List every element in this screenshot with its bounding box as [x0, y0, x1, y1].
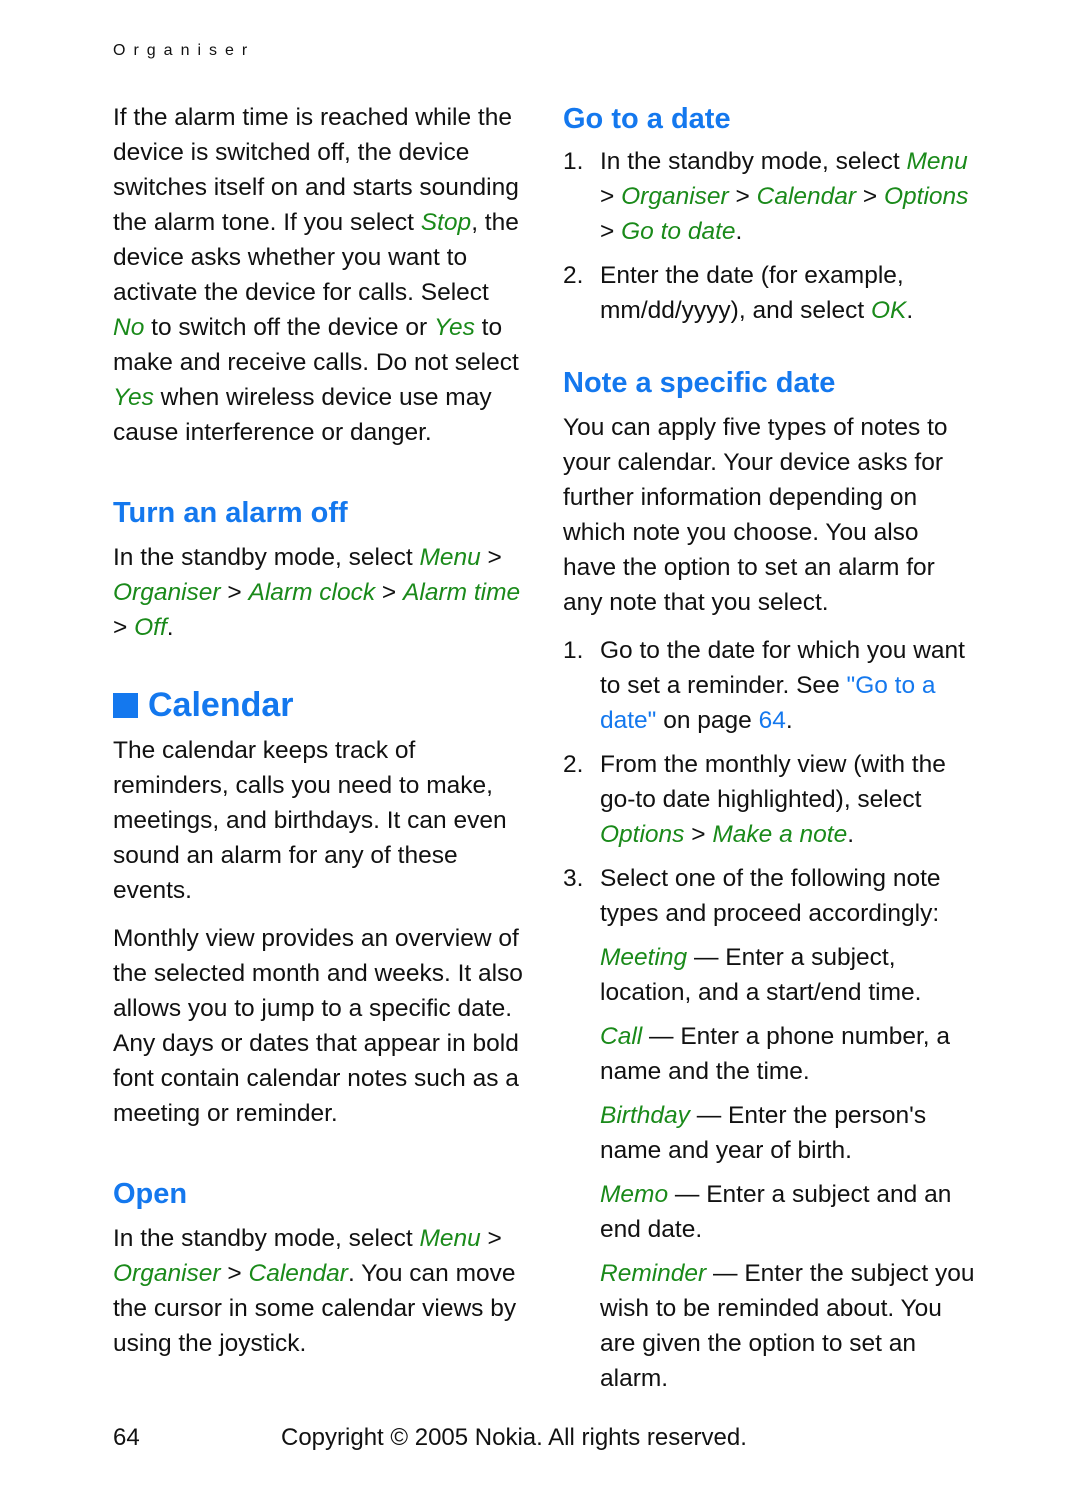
separator: >: [480, 544, 502, 571]
separator: >: [856, 183, 884, 210]
page-link[interactable]: 64: [759, 707, 786, 734]
note-intro-paragraph: You can apply five types of notes to you…: [563, 414, 948, 616]
note-type-item: Call — Enter a phone number, a name and …: [563, 1019, 978, 1089]
note-specific-date-heading: Note a specific date: [563, 367, 836, 399]
yes-option: Yes: [433, 314, 475, 341]
note-type-name: Birthday: [600, 1102, 690, 1129]
menu-path: Off: [134, 614, 167, 641]
note-type-item: Meeting — Enter a subject, location, and…: [563, 940, 978, 1010]
text: .: [785, 707, 793, 734]
separator: >: [220, 1260, 249, 1287]
step-text: In the standby mode, select Menu > Organ…: [600, 144, 978, 249]
text: .: [735, 218, 743, 245]
section-square-icon: [113, 692, 138, 718]
menu-path: Calendar: [756, 183, 857, 210]
separator: >: [728, 183, 757, 210]
text: .: [906, 297, 914, 324]
menu-path: Alarm clock: [248, 579, 376, 606]
text: when wireless device use may cause inter…: [113, 384, 492, 446]
text: In the standby mode, select: [113, 544, 420, 571]
text: From the monthly view (with the go-to da…: [600, 751, 946, 813]
note-type-name: Meeting: [600, 944, 688, 971]
separator: >: [113, 614, 135, 641]
separator: >: [375, 579, 404, 606]
step-item: 1. In the standby mode, select Menu > Or…: [563, 144, 978, 249]
separator: >: [600, 183, 622, 210]
alarm-intro-paragraph: If the alarm time is reached while the d…: [113, 100, 523, 450]
page-number: 64: [113, 1424, 140, 1451]
turn-alarm-off-paragraph: In the standby mode, select Menu > Organ…: [113, 540, 523, 645]
step-number: 2.: [563, 751, 584, 778]
calendar-paragraph-1: The calendar keeps track of reminders, c…: [113, 737, 507, 904]
step-item: 1. Go to the date for which you want to …: [563, 633, 978, 738]
text: .: [847, 821, 855, 848]
step-number: 1.: [563, 637, 584, 664]
calendar-paragraph-2: Monthly view provides an overview of the…: [113, 925, 523, 1127]
note-type-name: Reminder: [600, 1260, 707, 1287]
open-heading: Open: [113, 1178, 188, 1210]
step-number: 2.: [563, 262, 584, 289]
right-column: Go to a date 1. In the standby mode, sel…: [563, 100, 978, 1405]
step-text: From the monthly view (with the go-to da…: [600, 747, 978, 852]
menu-path: Organiser: [113, 579, 221, 606]
menu-path: Organiser: [621, 183, 729, 210]
separator: >: [480, 1225, 502, 1252]
turn-alarm-off-heading: Turn an alarm off: [113, 497, 348, 529]
menu-path: Options: [883, 183, 969, 210]
step-item: 2. Enter the date (for example, mm/dd/yy…: [563, 258, 978, 328]
text: In the standby mode, select: [600, 148, 907, 175]
note-type-item: Memo — Enter a subject and an end date.: [563, 1177, 978, 1247]
calendar-heading-text: Calendar: [148, 686, 294, 724]
calendar-heading: Calendar: [113, 683, 523, 727]
text: to switch off the device or: [144, 314, 434, 341]
ok-option: OK: [870, 297, 907, 324]
menu-path: Menu: [906, 148, 968, 175]
go-to-date-heading: Go to a date: [563, 103, 731, 135]
text: Enter the date (for example, mm/dd/yyyy)…: [600, 262, 904, 324]
menu-path: Go to date: [621, 218, 736, 245]
text: .: [166, 614, 174, 641]
step-item: 3. Select one of the following note type…: [563, 861, 978, 931]
note-steps: 1. Go to the date for which you want to …: [563, 633, 978, 931]
menu-path: Calendar: [248, 1260, 348, 1287]
separator: >: [220, 579, 249, 606]
note-type-item: Birthday — Enter the person's name and y…: [563, 1098, 978, 1168]
menu-path: Menu: [419, 1225, 481, 1252]
step-number: 1.: [563, 148, 584, 175]
step-item: 2. From the monthly view (with the go-to…: [563, 747, 978, 852]
no-option: No: [113, 314, 145, 341]
go-to-date-steps: 1. In the standby mode, select Menu > Or…: [563, 144, 978, 328]
copyright-notice: Copyright © 2005 Nokia. All rights reser…: [281, 1424, 747, 1451]
menu-path: Alarm time: [403, 579, 521, 606]
step-text: Select one of the following note types a…: [600, 865, 941, 927]
menu-path: Make a note: [712, 821, 848, 848]
separator: >: [600, 218, 622, 245]
note-type-name: Memo: [600, 1181, 669, 1208]
left-column: If the alarm time is reached while the d…: [113, 100, 523, 1361]
text: In the standby mode, select: [113, 1225, 420, 1252]
stop-option: Stop: [420, 209, 472, 236]
running-header: Organiser: [113, 42, 256, 59]
yes-option: Yes: [113, 384, 154, 411]
note-types-list: Meeting — Enter a subject, location, and…: [563, 940, 978, 1396]
step-text: Enter the date (for example, mm/dd/yyyy)…: [600, 258, 978, 328]
step-number: 3.: [563, 865, 584, 892]
menu-path: Menu: [419, 544, 481, 571]
note-type-name: Call: [600, 1023, 643, 1050]
note-type-item: Reminder — Enter the subject you wish to…: [563, 1256, 978, 1396]
note-type-desc: — Enter a phone number, a name and the t…: [600, 1023, 951, 1085]
menu-path: Organiser: [113, 1260, 221, 1287]
menu-path: Options: [600, 821, 685, 848]
step-text: Go to the date for which you want to set…: [600, 633, 978, 738]
text: on page: [656, 707, 759, 734]
open-paragraph: In the standby mode, select Menu > Organ…: [113, 1221, 523, 1361]
separator: >: [684, 821, 713, 848]
